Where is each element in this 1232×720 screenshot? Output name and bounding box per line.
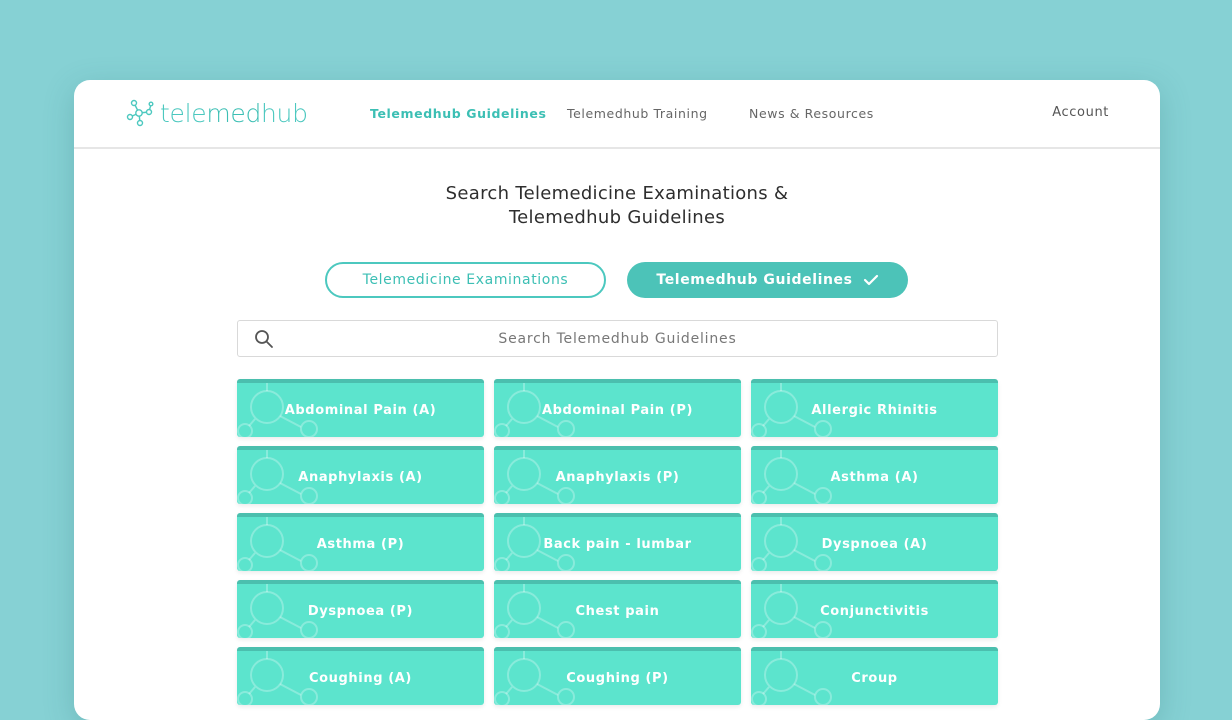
tab-telemedhub-guidelines[interactable]: Telemedhub Guidelines <box>627 262 908 298</box>
guideline-card[interactable]: Asthma (P) <box>237 513 484 571</box>
account-link[interactable]: Account <box>1052 105 1109 120</box>
guideline-card-label: Asthma (A) <box>830 469 919 485</box>
guideline-card-label: Abdominal Pain (P) <box>541 402 693 418</box>
guideline-card[interactable]: Chest pain <box>494 580 741 638</box>
brand-wordmark: telemedhub <box>160 99 308 128</box>
guideline-card-label: Dyspnoea (P) <box>307 603 414 619</box>
guideline-card[interactable]: Dyspnoea (A) <box>751 513 998 571</box>
guideline-card[interactable]: Croup <box>751 647 998 705</box>
brand-wordmark-part3: hub <box>261 98 308 128</box>
guideline-card[interactable]: Back pain - lumbar <box>494 513 741 571</box>
molecule-pattern-icon <box>751 651 832 705</box>
molecule-icon <box>126 99 154 127</box>
guidelines-grid: Abdominal Pain (A) Abdominal Pain (P) Alle… <box>237 379 998 705</box>
guideline-card-label: Dyspnoea (A) <box>821 536 928 552</box>
page-title-line-1: Search Telemedicine Examinations & <box>445 183 789 204</box>
guideline-card[interactable]: Asthma (A) <box>751 446 998 504</box>
page-title: Search Telemedicine Examinations & Telem… <box>74 182 1160 230</box>
tab-telemedicine-examinations-label: Telemedicine Examinations <box>362 272 569 288</box>
guideline-card[interactable]: Allergic Rhinitis <box>751 379 998 437</box>
guideline-card-label: Anaphylaxis (P) <box>555 469 680 485</box>
brand-wordmark-part1: tele <box>160 98 207 128</box>
guideline-card-label: Coughing (P) <box>566 670 669 686</box>
guideline-card-label: Anaphylaxis (A) <box>298 469 423 485</box>
guideline-card[interactable]: Conjunctivitis <box>751 580 998 638</box>
app-window: telemedhub Telemedhub Guidelines Telemed… <box>74 80 1160 720</box>
guideline-card-label: Coughing (A) <box>309 670 412 686</box>
guideline-card[interactable]: Coughing (P) <box>494 647 741 705</box>
brand-logo[interactable]: telemedhub <box>126 97 308 129</box>
nav-link-training[interactable]: Telemedhub Training <box>567 106 708 121</box>
search-icon <box>255 330 273 348</box>
guideline-card[interactable]: Coughing (A) <box>237 647 484 705</box>
guideline-card[interactable]: Abdominal Pain (P) <box>494 379 741 437</box>
top-navigation-bar: telemedhub Telemedhub Guidelines Telemed… <box>74 80 1160 149</box>
guideline-card-label: Allergic Rhinitis <box>811 402 938 418</box>
search-bar <box>237 320 998 357</box>
nav-link-news-resources[interactable]: News & Resources <box>749 106 874 121</box>
page-title-line-2: Telemedhub Guidelines <box>508 207 726 228</box>
guideline-card-label: Conjunctivitis <box>820 603 929 619</box>
guideline-card-label: Abdominal Pain (A) <box>284 402 437 418</box>
search-input[interactable] <box>315 329 920 348</box>
guideline-card[interactable]: Dyspnoea (P) <box>237 580 484 638</box>
tab-telemedhub-guidelines-label: Telemedhub Guidelines <box>656 272 853 288</box>
guideline-card-label: Back pain - lumbar <box>543 536 692 552</box>
brand-wordmark-part2: med <box>206 98 262 128</box>
checkmark-icon <box>863 274 878 286</box>
guideline-card[interactable]: Abdominal Pain (A) <box>237 379 484 437</box>
guideline-card-label: Asthma (P) <box>316 536 405 552</box>
guideline-card[interactable]: Anaphylaxis (A) <box>237 446 484 504</box>
nav-link-guidelines[interactable]: Telemedhub Guidelines <box>370 106 547 121</box>
guideline-card-label: Chest pain <box>575 603 660 619</box>
guideline-card-label: Croup <box>851 670 898 686</box>
tab-telemedicine-examinations[interactable]: Telemedicine Examinations <box>325 262 606 298</box>
guideline-card[interactable]: Anaphylaxis (P) <box>494 446 741 504</box>
